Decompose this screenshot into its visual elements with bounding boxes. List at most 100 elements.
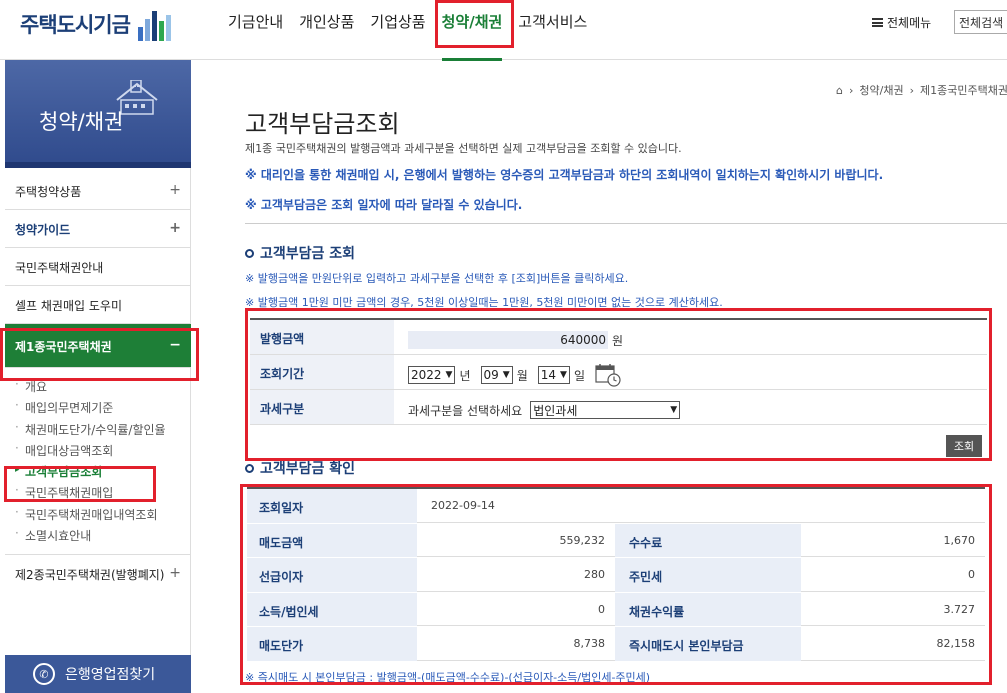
period-cell: 2022 ▼ 년 09 ▼ 월 14 ▼ 일	[394, 355, 987, 389]
sidebar-item-self-bond-helper[interactable]: 셀프 채권매입 도우미	[5, 286, 191, 324]
notice-date: ※ 고객부담금은 조회 일자에 따라 달라질 수 있습니다.	[245, 198, 523, 212]
calendar-icon[interactable]	[595, 363, 621, 387]
result-row: 소득/법인세 0 채권수익률 3.727	[247, 592, 985, 627]
nav-personal-products[interactable]: 개인상품	[299, 0, 354, 60]
chevron-down-icon: ▼	[670, 405, 678, 415]
breadcrumb-item[interactable]: 청약/채권	[859, 82, 903, 98]
sidebar-item-subscription-guide[interactable]: 청약가이드 +	[5, 210, 191, 248]
chevron-right-icon: ›	[848, 83, 854, 97]
year-select[interactable]: 2022 ▼	[408, 366, 456, 384]
hamburger-icon	[872, 18, 883, 27]
sidebar-item-label: 셀프 채권매입 도우미	[15, 299, 122, 313]
amount-unit: 원	[612, 333, 624, 348]
sub-item-target-amount[interactable]: 매입대상금액조회	[15, 441, 191, 463]
sidebar-item-housing-subscription[interactable]: 주택청약상품 +	[5, 172, 191, 210]
search-scope-select[interactable]: 전체검색	[954, 10, 1007, 34]
all-menu-label: 전체메뉴	[887, 16, 932, 30]
nav-fund-info[interactable]: 기금안내	[228, 0, 283, 60]
notice-proxy: ※ 대리인을 통한 채권매입 시, 은행에서 발행하는 영수증의 고객부담금과 …	[245, 168, 884, 182]
guide-input: ※ 발행금액을 만원단위로 입력하고 과세구분을 선택한 후 [조회]버튼을 클…	[245, 272, 629, 285]
chevron-down-icon: ▼	[560, 370, 567, 380]
search-button[interactable]: 조회	[946, 435, 982, 457]
sale-price-value: 8,738	[417, 627, 615, 661]
day-select[interactable]: 14 ▼	[537, 366, 570, 384]
day-unit: 일	[573, 368, 586, 383]
find-bank-branch-button[interactable]: ✆ 은행영업점찾기	[5, 655, 191, 693]
month-select[interactable]: 09 ▼	[480, 366, 513, 384]
tax-label: 과세구분	[250, 390, 394, 424]
form-row-amount: 발행금액 원	[250, 320, 987, 355]
breadcrumb-item[interactable]: 제1종국민주택채권	[920, 82, 1007, 98]
logo-text: 주택도시기금	[20, 13, 131, 37]
sidebar-item-label: 주택청약상품	[15, 185, 82, 199]
main-nav: 기금안내 개인상품 기업상품 청약/채권 고객서비스	[228, 0, 603, 61]
bank-button-label: 은행영업점찾기	[65, 667, 156, 683]
page-title: 고객부담금조회	[245, 110, 400, 138]
sidebar-item-type1-bond[interactable]: 제1종국민주택채권 −	[5, 324, 191, 368]
resident-tax-label: 주민세	[615, 558, 801, 592]
result-row: 선급이자 280 주민세 0	[247, 558, 985, 593]
date-label: 조회일자	[247, 489, 417, 523]
section-title-text: 고객부담금 조회	[260, 246, 356, 262]
fee-value: 1,670	[801, 524, 985, 557]
result-section-title: 고객부담금 확인	[245, 458, 355, 478]
page-description: 제1종 국민주택채권의 발행금액과 과세구분을 선택하면 실제 고객부담금을 조…	[245, 142, 682, 155]
sidebar-item-label: 국민주택채권안내	[15, 261, 104, 275]
year-unit: 년	[459, 368, 471, 383]
sidebar-item-type2-bond[interactable]: 제2종국민주택채권(발행폐지) +	[5, 555, 191, 593]
all-menu-button[interactable]: 전체메뉴	[872, 14, 931, 31]
bond-yield-value: 3.727	[801, 593, 985, 626]
sub-item-customer-charge[interactable]: 고객부담금조회	[15, 463, 191, 484]
sidebar-menu: 주택청약상품 + 청약가이드 + 국민주택채권안내 셀프 채권매입 도우미 제1…	[5, 172, 191, 593]
tax-type-value: 법인과세	[533, 403, 578, 418]
sub-item-exemption[interactable]: 매입의무면제기준	[15, 398, 191, 420]
bullet-icon	[245, 463, 254, 473]
result-row: 매도금액 559,232 수수료 1,670	[247, 523, 985, 558]
nav-corporate-products[interactable]: 기업상품	[370, 0, 425, 60]
phone-icon: ✆	[33, 663, 55, 685]
customer-charge-label: 즉시매도시 본인부담금	[615, 627, 801, 661]
chevron-right-icon: ›	[909, 83, 914, 97]
expand-icon: +	[169, 565, 181, 582]
sidebar-item-label: 제2종국민주택채권(발행폐지)	[15, 568, 165, 583]
result-row: 매도단가 8,738 즉시매도시 본인부담금 82,158	[247, 627, 985, 662]
expand-icon: +	[169, 182, 181, 198]
guide-rounding: ※ 발행금액 1만원 미만 금액의 경우, 5천원 이상일때는 1만원, 5천원…	[245, 296, 723, 309]
home-icon[interactable]: ⌂	[836, 84, 843, 97]
amount-label: 발행금액	[250, 320, 394, 354]
amount-input[interactable]	[408, 331, 608, 349]
sub-item-sale-price[interactable]: 채권매도단가/수익률/할인율	[15, 420, 191, 442]
prepaid-interest-value: 280	[417, 558, 615, 592]
tax-type-select[interactable]: 법인과세 ▼	[530, 401, 681, 419]
sub-item-prescription[interactable]: 소멸시효안내	[15, 526, 191, 548]
form-row-period: 조회기간 2022 ▼ 년 09 ▼ 월 14 ▼ 일	[250, 355, 987, 390]
site-logo[interactable]: 주택도시기금	[20, 6, 171, 42]
inquiry-section-title: 고객부담금 조회	[245, 243, 355, 263]
expand-icon: +	[169, 220, 181, 236]
tax-prompt: 과세구분을 선택하세요	[408, 403, 523, 418]
sale-price-label: 매도단가	[247, 627, 417, 661]
fee-label: 수수료	[615, 523, 801, 557]
sub-item-purchase-history[interactable]: 국민주택채권매입내역조회	[15, 505, 191, 527]
nav-customer-service[interactable]: 고객서비스	[518, 0, 587, 60]
inquiry-form: 발행금액 원 조회기간 2022▼ 년 09▼ 월 14▼ 일 과세구분	[250, 318, 987, 425]
nav-subscription-bonds[interactable]: 청약/채권	[441, 0, 502, 61]
sale-amount-value: 559,232	[417, 524, 615, 557]
section-title-text: 고객부담금 확인	[260, 461, 356, 477]
customer-charge-value: 82,158	[801, 627, 985, 661]
result-row: 조회일자 2022-09-14	[247, 489, 985, 524]
day-value: 14	[540, 368, 557, 382]
chevron-down-icon: ▼	[445, 370, 453, 380]
month-value: 09	[483, 368, 499, 382]
income-tax-label: 소득/법인세	[247, 592, 417, 626]
year-value: 2022	[411, 368, 442, 382]
sidebar-banner: 청약/채권	[5, 60, 191, 168]
bullet-icon	[245, 248, 254, 258]
sidebar-item-label: 제1종국민주택채권	[15, 340, 112, 354]
sub-item-bond-purchase[interactable]: 국민주택채권매입	[15, 483, 191, 505]
collapse-icon: −	[169, 337, 181, 353]
breadcrumb: ⌂ › 청약/채권 › 제1종국민주택채권	[836, 82, 1007, 98]
sidebar-item-bond-info[interactable]: 국민주택채권안내	[5, 248, 191, 286]
period-label: 조회기간	[250, 355, 394, 389]
sub-item-overview[interactable]: 개요	[15, 377, 191, 399]
